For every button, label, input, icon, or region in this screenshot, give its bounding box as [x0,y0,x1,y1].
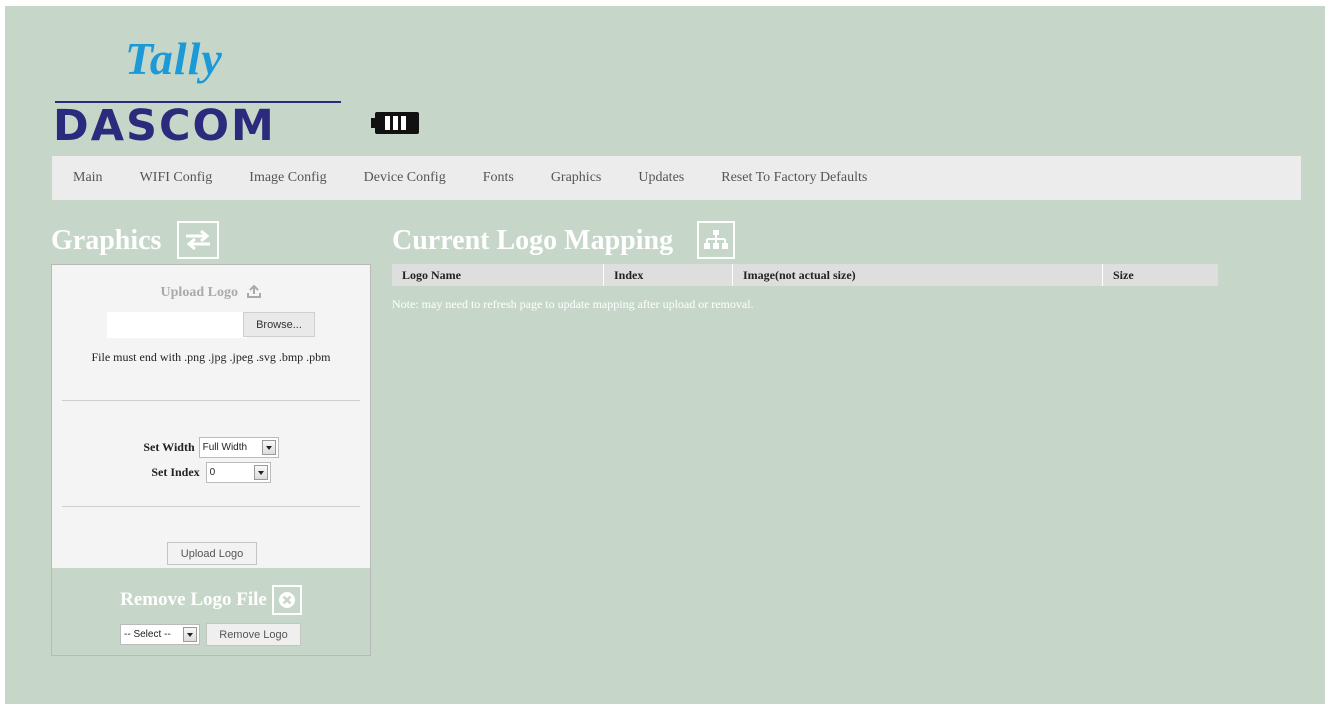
column-header-index: Index [604,264,733,286]
nav-item-updates[interactable]: Updates [638,170,684,186]
tally-logo-text: Tally [125,33,223,84]
graphics-title: Graphics [51,225,162,256]
remove-logo-button[interactable]: Remove Logo [206,623,301,646]
upload-logo-section: Upload Logo Browse... File must end with… [52,265,370,568]
upload-logo-heading-label: Upload Logo [160,285,238,300]
nav-item-device-config[interactable]: Device Config [364,170,446,186]
set-index-row: Set Index 0 [52,462,370,483]
dascom-logo-text: DASCOM [53,101,276,151]
set-index-select[interactable]: 0 [205,462,271,483]
nav-item-wifi-config[interactable]: WIFI Config [140,170,213,186]
mapping-refresh-note: Note: may need to refresh page to update… [392,297,754,311]
chevron-down-icon[interactable] [253,465,268,480]
set-width-value: Full Width [202,442,248,453]
upload-logo-button[interactable]: Upload Logo [167,542,257,565]
upload-icon [247,284,262,298]
logo-mapping-table-header: Logo Name Index Image(not actual size) S… [392,264,1218,286]
column-header-image: Image(not actual size) [733,264,1103,286]
page-background: Tally DASCOM Main WIFI Config Image Conf… [5,6,1325,704]
chevron-down-icon[interactable] [183,627,197,642]
remove-logo-row: -- Select -- Remove Logo [120,623,301,646]
close-circle-icon [271,585,302,615]
graphics-panel: Upload Logo Browse... File must end with… [51,264,371,656]
chevron-down-icon[interactable] [261,440,276,455]
remove-logo-select[interactable]: -- Select -- [120,624,200,645]
nav-item-reset-factory-defaults[interactable]: Reset To Factory Defaults [721,170,867,186]
set-width-select[interactable]: Full Width [198,437,279,458]
mapping-title: Current Logo Mapping [392,225,674,256]
nav-item-fonts[interactable]: Fonts [483,170,514,186]
remove-logo-heading: Remove Logo File [52,585,370,615]
set-width-row: Set Width Full Width [52,437,370,458]
divider [62,506,360,507]
upload-logo-heading: Upload Logo [52,284,370,301]
remove-logo-select-value: -- Select -- [124,629,171,640]
nav-item-graphics[interactable]: Graphics [551,170,602,186]
set-width-label: Set Width [143,440,195,454]
battery-icon [371,112,419,134]
divider [62,400,360,401]
sitemap-icon [697,221,735,259]
file-type-note: File must end with .png .jpg .jpeg .svg … [91,350,331,364]
remove-logo-title: Remove Logo File [120,589,267,610]
nav-item-image-config[interactable]: Image Config [249,170,326,186]
nav-item-main[interactable]: Main [73,170,103,186]
column-header-size: Size [1113,267,1134,282]
browse-button[interactable]: Browse... [243,312,315,337]
swap-arrows-icon [177,221,219,259]
set-index-value: 0 [209,467,216,478]
file-path-field[interactable] [107,312,247,338]
top-nav-bar: Main WIFI Config Image Config Device Con… [52,156,1301,200]
column-header-logo-name: Logo Name [392,264,604,286]
set-index-label: Set Index [151,465,200,479]
